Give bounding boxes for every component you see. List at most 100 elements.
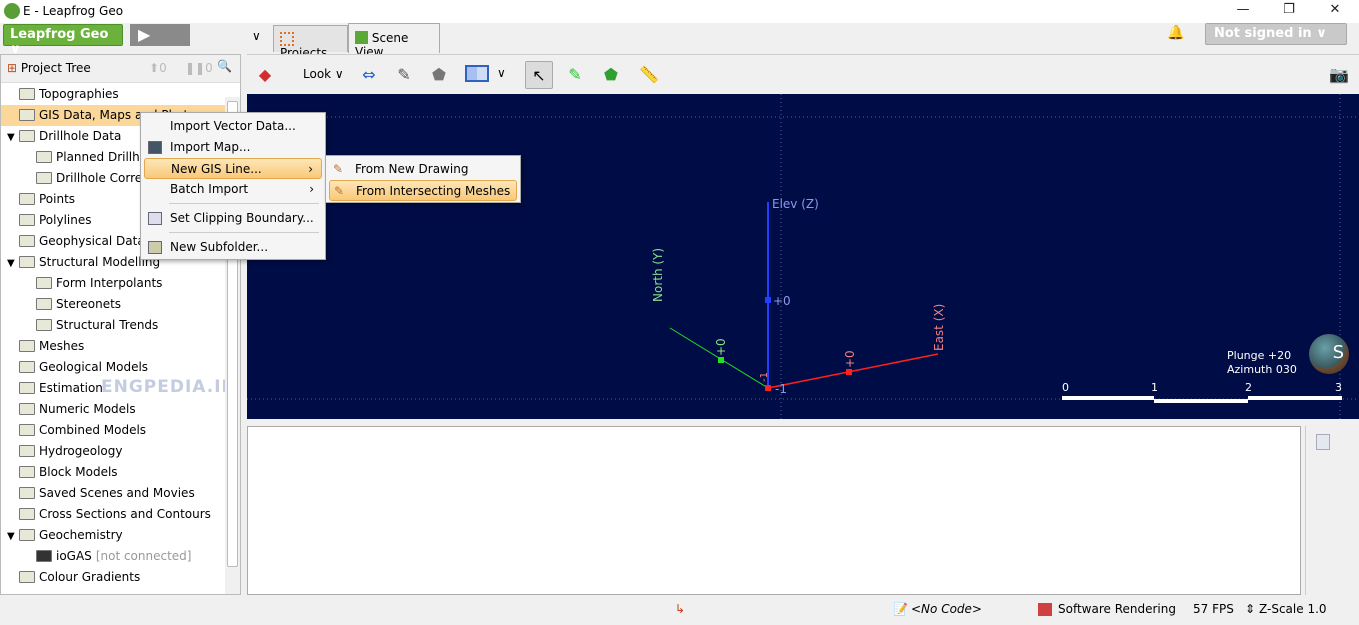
tree-item[interactable]: Topographies [1, 84, 225, 105]
ruler-icon[interactable]: 📏 [635, 61, 663, 89]
folder-icon [36, 277, 52, 289]
plunge-label: Plunge +20 [1227, 349, 1292, 362]
up-arrow-icon[interactable]: ⬆0 [149, 61, 167, 75]
gis-line-icon: ✎ [334, 184, 345, 198]
select-pointer-icon[interactable]: ↖ [525, 61, 553, 89]
y-axis-label: North (Y) [651, 247, 665, 302]
y-tick-label: +0 [714, 338, 728, 356]
tree-item[interactable]: ioGAS [not connected] [1, 546, 225, 567]
minimize-button[interactable]: — [1228, 2, 1258, 20]
tree-item[interactable]: Geological Models [1, 357, 225, 378]
menu-item-label: Import Vector Data... [170, 119, 296, 133]
folder-icon [19, 256, 35, 268]
folder-icon [19, 214, 35, 226]
tree-item-label: Points [39, 192, 76, 206]
x-tick-marker [846, 369, 852, 375]
folder-icon [36, 151, 52, 163]
tree-item-label: Structural Trends [56, 318, 159, 332]
submenu-item[interactable]: ✎ From New Drawing [329, 159, 517, 180]
submenu: ✎ From New Drawing ✎ From Intersecting Mesh… [325, 155, 521, 203]
tab-list-dropdown[interactable]: ∨ [252, 29, 261, 43]
menu-item[interactable]: New GIS Line... › [144, 158, 322, 179]
camera-icon[interactable]: 📷 [1325, 61, 1353, 89]
tree-item[interactable]: Combined Models [1, 420, 225, 441]
app-menu-button[interactable]: Leapfrog Geo ∨ [3, 24, 123, 57]
bell-icon[interactable]: 🔔 [1167, 25, 1184, 41]
expand-triangle-icon[interactable]: ▼ [7, 127, 19, 148]
code-icon: 📝 [893, 602, 908, 616]
clipping-boundary-icon [148, 212, 162, 225]
tree-item[interactable]: Block Models [1, 462, 225, 483]
status-bar: ↳ 📝 <No Code> Software Rendering 57 FPS … [0, 597, 1359, 625]
sign-in-button[interactable]: Not signed in ∨ [1205, 23, 1347, 45]
tree-icon: ⊞ [7, 61, 18, 75]
connection-status: [not connected] [95, 549, 192, 563]
close-button[interactable]: ✕ [1320, 2, 1350, 20]
tree-item[interactable]: Cross Sections and Contours [1, 504, 225, 525]
menu-separator [169, 232, 319, 233]
tree-item[interactable]: Form Interpolants [1, 273, 225, 294]
scene-view[interactable]: Elev (Z) +0 -1 North (Y) +0 -1 +0 East (… [247, 94, 1359, 419]
tree-item-label: Polylines [39, 213, 92, 227]
code-status[interactable]: <No Code> [911, 602, 982, 616]
folder-icon [19, 529, 35, 541]
menu-item[interactable]: Import Vector Data... [144, 116, 322, 137]
submenu-item[interactable]: ✎ From Intersecting Meshes [329, 180, 517, 201]
tree-item-label: Drillhole Data [39, 129, 122, 143]
split-view-icon[interactable] [465, 65, 489, 82]
tree-item[interactable]: Numeric Models [1, 399, 225, 420]
folder-icon [19, 508, 35, 520]
context-menu: Import Vector Data... Import Map... New GI… [140, 112, 326, 260]
menu-item-label: Import Map... [170, 140, 251, 154]
fps-readout: 57 FPS [1193, 602, 1234, 616]
search-icon[interactable]: 🔍 [217, 59, 232, 73]
tree-item-label: Meshes [39, 339, 85, 353]
expand-triangle-icon[interactable]: ▼ [7, 253, 19, 274]
menu-item[interactable]: Import Map... [144, 137, 322, 158]
tree-item[interactable]: ▼ Geochemistry [1, 525, 225, 546]
monitor-icon [1038, 603, 1052, 616]
menu-item[interactable]: New Subfolder... [144, 237, 322, 258]
split-view-dropdown[interactable]: ∨ [497, 66, 506, 80]
tab-scene-view[interactable]: Scene View [348, 23, 440, 59]
tree-item[interactable]: Stereonets [1, 294, 225, 315]
slicer-icon[interactable]: ⇔ [355, 61, 383, 89]
folder-icon [36, 298, 52, 310]
project-tree-header: ⊞ Project Tree ⬆0 ❚❚0 🔍 [1, 55, 240, 83]
polygon-edit-icon[interactable]: ⬟ [597, 61, 625, 89]
tree-item-label: Saved Scenes and Movies [39, 486, 195, 500]
play-button[interactable]: ▶ [130, 24, 190, 46]
restore-button[interactable]: ❐ [1274, 2, 1304, 20]
properties-panel [247, 426, 1301, 595]
tree-item[interactable]: Colour Gradients [1, 567, 225, 588]
menu-item[interactable]: Batch Import › [144, 179, 322, 200]
polygon-icon[interactable]: ⬟ [425, 61, 453, 89]
tree-item[interactable]: Meshes [1, 336, 225, 357]
draw-pen-icon[interactable]: ✎ [390, 61, 418, 89]
look-dropdown[interactable]: Look ∨ [303, 67, 344, 81]
folder-icon [19, 466, 35, 478]
splitter[interactable] [247, 419, 1359, 426]
document-icon[interactable] [1316, 434, 1330, 450]
computer-icon [36, 550, 52, 562]
tree-item-label: Stereonets [56, 297, 122, 311]
tree-item[interactable]: Hydrogeology [1, 441, 225, 462]
expand-triangle-icon[interactable]: ▼ [7, 526, 19, 547]
tab-projects[interactable]: Projects [273, 25, 348, 60]
menu-item[interactable]: Set Clipping Boundary... [144, 208, 322, 229]
eraser-icon[interactable]: ◆ [251, 61, 279, 89]
top-bar: Leapfrog Geo ∨ ▶ ∨ Projects Scene View 🔔… [0, 23, 1359, 60]
rendering-status: Software Rendering [1058, 602, 1176, 616]
menu-item-label: Set Clipping Boundary... [170, 211, 314, 225]
tree-item[interactable]: Structural Trends [1, 315, 225, 336]
tree-item-label: Hydrogeology [39, 444, 123, 458]
scale-label: 2 [1245, 381, 1252, 394]
panel-title: Project Tree [20, 61, 91, 75]
orientation-globe[interactable]: S [1309, 334, 1349, 374]
draw-line-icon[interactable]: ✎ [561, 61, 589, 89]
tree-item[interactable]: Saved Scenes and Movies [1, 483, 225, 504]
zscale-readout[interactable]: Z-Scale 1.0 [1259, 602, 1327, 616]
folder-icon [19, 424, 35, 436]
folder-icon [19, 193, 35, 205]
pause-icon[interactable]: ❚❚0 [185, 61, 213, 75]
